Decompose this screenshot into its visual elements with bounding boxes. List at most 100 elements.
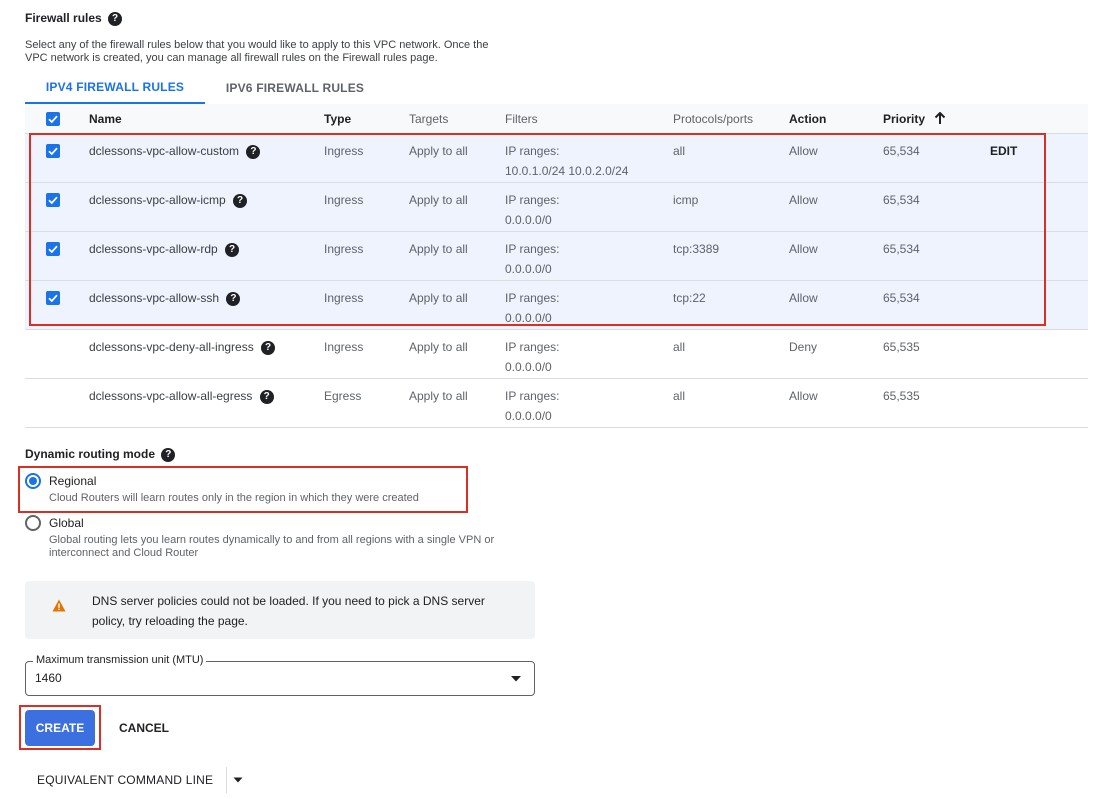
firewall-rules-table: Name Type Targets Filters Protocols/port… [25,104,1088,428]
table-row[interactable]: dclessons-vpc-allow-icmp ? Ingress Apply… [25,183,1088,232]
table-row[interactable]: dclessons-vpc-allow-custom ? Ingress App… [25,134,1088,183]
edit-button[interactable]: EDIT [990,141,1017,161]
dns-warning-text: DNS server policies could not be loaded.… [92,594,485,628]
rule-name: dclessons-vpc-allow-custom ? [89,141,261,161]
regional-radio[interactable] [25,473,41,489]
cancel-button[interactable]: CANCEL [119,721,169,735]
table-header: Name Type Targets Filters Protocols/port… [25,104,1088,134]
rule-type: Ingress [324,291,364,305]
firewall-description: Select any of the firewall rules below t… [25,39,489,64]
table-row[interactable]: dclessons-vpc-allow-ssh ? Ingress Apply … [25,281,1088,330]
rule-targets: Apply to all [409,193,468,207]
rule-action: Allow [789,193,818,207]
warning-icon [52,599,66,612]
rule-priority: 65,534 [883,193,920,207]
column-action[interactable]: Action [789,104,826,134]
rule-protocols: tcp:22 [673,291,706,305]
mtu-value: 1460 [35,671,62,685]
firewall-rules-title: Firewall rules ? [25,11,123,26]
row-checkbox[interactable] [46,144,60,158]
regional-label[interactable]: Regional [49,474,96,488]
rule-protocols: all [673,144,686,158]
row-checkbox[interactable] [46,193,60,207]
rule-type: Egress [324,389,362,403]
rule-priority: 65,534 [883,291,920,305]
rule-type: Ingress [324,144,364,158]
rule-filters: IP ranges: 0.0.0.0/0 [505,389,560,423]
column-type[interactable]: Type [324,104,351,134]
check-icon [48,196,58,205]
rule-name: dclessons-vpc-deny-all-ingress ? [89,337,276,357]
global-label[interactable]: Global [49,516,84,530]
help-icon[interactable]: ? [161,447,176,462]
rule-name: dclessons-vpc-allow-all-egress ? [89,386,274,406]
rule-targets: Apply to all [409,291,468,305]
rule-protocols: tcp:3389 [673,242,720,256]
check-icon [48,115,58,124]
arrow-up-icon [935,111,946,124]
table-row[interactable]: dclessons-vpc-allow-rdp ? Ingress Apply … [25,232,1088,281]
column-name[interactable]: Name [89,104,122,134]
rule-protocols: all [673,389,686,403]
tab-ipv6-firewall-rules[interactable]: IPV6 FIREWALL RULES [205,72,385,104]
rule-action: Allow [789,291,818,305]
help-icon[interactable]: ? [261,340,276,355]
column-filters[interactable]: Filters [505,104,538,134]
rule-protocols: icmp [673,193,699,207]
rule-type: Ingress [324,242,364,256]
mtu-label: Maximum transmission unit (MTU) [33,654,207,666]
mtu-select[interactable]: 1460 [25,661,535,696]
column-priority[interactable]: Priority [883,104,946,134]
column-protocols[interactable]: Protocols/ports [673,104,753,134]
chevron-down-icon[interactable] [233,777,243,783]
button-divider [226,767,227,793]
rule-action: Allow [789,242,818,256]
table-row[interactable]: dclessons-vpc-allow-all-egress ? Egress … [25,379,1088,428]
rule-filters: IP ranges: 0.0.0.0/0 [505,291,560,325]
help-icon[interactable]: ? [108,11,123,26]
rule-name: dclessons-vpc-allow-ssh ? [89,288,241,308]
routing-title: Dynamic routing mode ? [25,447,176,462]
rule-type: Ingress [324,193,364,207]
help-icon[interactable]: ? [225,242,240,257]
row-checkbox[interactable] [46,242,60,256]
column-targets[interactable]: Targets [409,104,448,134]
rule-type: Ingress [324,340,364,354]
create-button[interactable]: CREATE [25,710,95,746]
help-icon[interactable]: ? [259,389,274,404]
help-icon[interactable]: ? [226,291,241,306]
dns-warning-box: DNS server policies could not be loaded.… [25,581,535,639]
rule-targets: Apply to all [409,144,468,158]
rule-filters: IP ranges: 0.0.0.0/0 [505,193,560,227]
rule-name: dclessons-vpc-allow-rdp ? [89,239,240,259]
rule-targets: Apply to all [409,389,468,403]
rule-protocols: all [673,340,686,354]
rule-targets: Apply to all [409,242,468,256]
rule-action: Deny [789,340,818,354]
rule-priority: 65,534 [883,242,920,256]
tab-ipv4-firewall-rules[interactable]: IPV4 FIREWALL RULES [25,72,205,104]
help-icon[interactable]: ? [246,144,261,159]
check-icon [48,147,58,156]
help-icon[interactable]: ? [233,193,248,208]
rule-targets: Apply to all [409,340,468,354]
regional-description: Cloud Routers will learn routes only in … [49,492,419,504]
global-radio[interactable] [25,515,41,531]
rule-filters: IP ranges: 10.0.1.0/24 10.0.2.0/24 [505,144,629,178]
rule-filters: IP ranges: 0.0.0.0/0 [505,340,560,374]
check-icon [48,245,58,254]
table-row[interactable]: dclessons-vpc-deny-all-ingress ? Ingress… [25,330,1088,379]
rule-priority: 65,534 [883,144,920,158]
rule-priority: 65,535 [883,340,920,354]
rule-action: Allow [789,389,818,403]
global-description: Global routing lets you learn routes dyn… [49,534,495,559]
rule-filters: IP ranges: 0.0.0.0/0 [505,242,560,276]
equivalent-command-line-button[interactable]: EQUIVALENT COMMAND LINE [37,773,213,787]
select-all-checkbox[interactable] [46,112,60,126]
dropdown-arrow-icon [511,676,521,682]
rule-action: Allow [789,144,818,158]
check-icon [48,294,58,303]
rule-name: dclessons-vpc-allow-icmp ? [89,190,248,210]
rule-priority: 65,535 [883,389,920,403]
row-checkbox[interactable] [46,291,60,305]
